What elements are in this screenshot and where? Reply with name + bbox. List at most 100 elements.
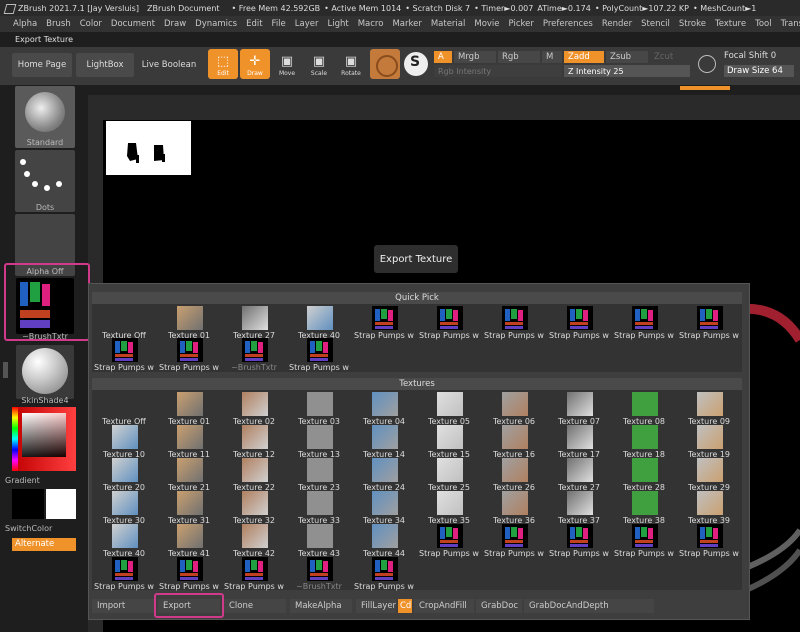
texture-tile[interactable]: Texture 14 (354, 425, 414, 459)
live-boolean-button[interactable]: Live Boolean (138, 53, 200, 77)
texture-tile[interactable]: Texture 41 (159, 524, 219, 558)
texture-tile[interactable]: Texture 33 (289, 491, 349, 525)
texture-tile[interactable]: Texture 27 (549, 458, 609, 492)
menu-edit[interactable]: Edit (246, 19, 262, 29)
cd-toggle[interactable]: Cd (398, 599, 412, 613)
texture-tile[interactable]: Texture 13 (289, 425, 349, 459)
texture-tile[interactable]: Texture 19 (679, 425, 739, 459)
import-button[interactable]: Import (92, 599, 154, 613)
texture-tile[interactable]: Strap Pumps witl (354, 306, 414, 340)
texture-tile[interactable]: Texture 35 (419, 491, 479, 525)
menu-color[interactable]: Color (80, 19, 102, 29)
brush-size-icon[interactable] (698, 55, 716, 73)
color-square[interactable] (22, 413, 66, 457)
menu-dynamics[interactable]: Dynamics (195, 19, 237, 29)
hue-strip[interactable] (12, 407, 18, 471)
texture-tile[interactable]: Texture 01 (159, 306, 219, 340)
texture-tile[interactable]: Texture 15 (419, 425, 479, 459)
secondary-color-swatch[interactable] (46, 489, 76, 519)
texture-tile[interactable]: Texture 08 (614, 392, 674, 426)
texture-tile[interactable]: Texture 28 (614, 458, 674, 492)
texture-tile[interactable]: Texture 23 (289, 458, 349, 492)
texture-tile[interactable]: Strap Pumps witl (679, 524, 739, 558)
clone-button[interactable]: Clone (224, 599, 286, 613)
z-intensity-slider[interactable]: Z Intensity 25 (564, 65, 690, 77)
texture-tile[interactable]: Texture 05 (419, 392, 479, 426)
texture-tile[interactable]: Texture 03 (289, 392, 349, 426)
texture-tile[interactable]: Strap Pumps witl (419, 306, 479, 340)
switchcolor-button[interactable]: SwitchColor (0, 524, 62, 533)
menu-movie[interactable]: Movie (474, 19, 499, 29)
texture-tile[interactable]: Texture 07 (549, 392, 609, 426)
panel-collapse-handle[interactable] (3, 362, 8, 378)
texture-tile[interactable]: Texture 06 (484, 392, 544, 426)
menu-brush[interactable]: Brush (46, 19, 71, 29)
texture-tile[interactable]: Strap Pumps witl (159, 557, 219, 591)
texture-tile[interactable]: Texture 02 (224, 392, 284, 426)
texture-tile[interactable]: Texture 37 (549, 491, 609, 525)
menu-picker[interactable]: Picker (509, 19, 534, 29)
texture-tile[interactable]: Texture 11 (159, 425, 219, 459)
texture-tile[interactable]: ~BrushTxtr (289, 557, 349, 591)
menu-alpha[interactable]: Alpha (13, 19, 37, 29)
menu-render[interactable]: Render (602, 19, 632, 29)
draw-button[interactable]: ✛ Draw (240, 49, 270, 79)
zadd-toggle[interactable]: Zadd (564, 51, 604, 63)
scale-button[interactable]: ▣ Scale (304, 49, 334, 79)
move-button[interactable]: ▣ Move (272, 49, 302, 79)
alternate-button[interactable]: Alternate (12, 538, 76, 551)
menu-document[interactable]: Document (111, 19, 155, 29)
texture-tile[interactable]: Texture 36 (484, 491, 544, 525)
texture-tile[interactable]: Strap Pumps witl (419, 524, 479, 558)
texture-tile[interactable]: Strap Pumps witl (354, 557, 414, 591)
menu-stencil[interactable]: Stencil (641, 19, 670, 29)
color-picker[interactable] (12, 407, 76, 471)
rotate-button[interactable]: ▣ Rotate (336, 49, 366, 79)
texture-tile[interactable]: Texture 40 (94, 524, 154, 558)
texture-tile[interactable]: Texture 01 (159, 392, 219, 426)
texture-tile[interactable]: Strap Pumps witl (679, 306, 739, 340)
texture-tile[interactable]: Strap Pumps witl (224, 557, 284, 591)
texture-tile[interactable]: Texture 40 (289, 306, 349, 340)
texture-tile[interactable]: Texture 26 (484, 458, 544, 492)
menu-draw[interactable]: Draw (164, 19, 186, 29)
texture-tile[interactable]: ~BrushTxtr (224, 338, 284, 372)
texture-tile[interactable]: Strap Pumps witl (549, 524, 609, 558)
texture-tile[interactable]: Texture 44 (354, 524, 414, 558)
texture-tile[interactable]: Texture 20 (94, 458, 154, 492)
draw-size-slider[interactable]: Draw Size 64 (724, 65, 794, 77)
texture-tile[interactable]: Texture 29 (679, 458, 739, 492)
grabdoc-button[interactable]: GrabDoc (476, 599, 522, 613)
texture-tile[interactable]: Texture 10 (94, 425, 154, 459)
texture-tile[interactable]: Strap Pumps witl (289, 338, 349, 372)
a-toggle[interactable]: A (434, 51, 452, 63)
menu-macro[interactable]: Macro (358, 19, 384, 29)
menu-preferences[interactable]: Preferences (543, 19, 593, 29)
texture-tile[interactable]: Strap Pumps witl (484, 524, 544, 558)
texture-tile[interactable]: Texture 30 (94, 491, 154, 525)
texture-tile[interactable]: Texture 04 (354, 392, 414, 426)
menu-layer[interactable]: Layer (295, 19, 319, 29)
texture-tile[interactable]: Texture Off (94, 392, 154, 426)
menu-material[interactable]: Material (431, 19, 466, 29)
texture-tile[interactable]: Texture 27 (224, 306, 284, 340)
m-toggle[interactable]: M (542, 51, 562, 63)
texture-tile[interactable]: Strap Pumps witl (549, 306, 609, 340)
texture-tile[interactable]: Texture 34 (354, 491, 414, 525)
texture-tile[interactable]: Strap Pumps witl (614, 524, 674, 558)
texture-tile[interactable]: Strap Pumps witl (484, 306, 544, 340)
texture-tile[interactable]: Strap Pumps witl (94, 338, 154, 372)
home-page-button[interactable]: Home Page (12, 53, 72, 77)
lightbox-button[interactable]: LightBox (76, 53, 134, 77)
texture-tile[interactable]: Texture 16 (484, 425, 544, 459)
texture-tile[interactable]: Texture 31 (159, 491, 219, 525)
cropandfill-button[interactable]: CropAndFill (414, 599, 474, 613)
texture-tile[interactable]: Texture 21 (159, 458, 219, 492)
edit-button[interactable]: ⬚ Edit (208, 49, 238, 79)
makealpha-button[interactable]: MakeAlpha (290, 599, 352, 613)
texture-tile[interactable]: Texture 39 (679, 491, 739, 525)
focal-shift-slider[interactable]: Focal Shift 0 (724, 51, 776, 61)
rgb-toggle[interactable]: Rgb (498, 51, 540, 63)
texture-tile[interactable]: Strap Pumps witl (94, 557, 154, 591)
texture-tile[interactable]: Texture Off (94, 306, 154, 340)
